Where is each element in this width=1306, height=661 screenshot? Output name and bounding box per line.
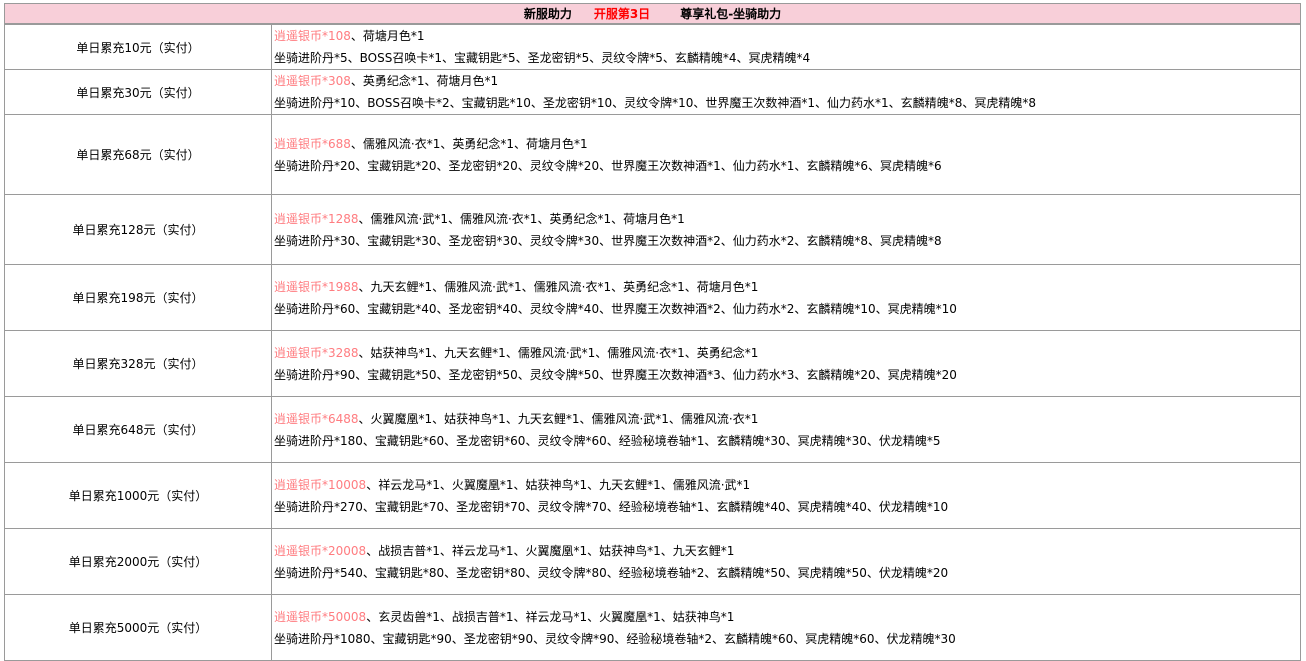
rewards-line-materials: 坐骑进阶丹*30、宝藏钥匙*30、圣龙密钥*30、灵纹令牌*30、世界魔王次数神… (274, 233, 942, 248)
silver-coin-reward: 逍遥银币*108 (274, 29, 351, 43)
table-row: 单日累充328元（实付） 逍遥银币*3288、姑获神鸟*1、九天玄鲤*1、儒雅风流… (4, 330, 1301, 397)
rewards-cell: 逍遥银币*1288、儒雅风流·武*1、儒雅风流·衣*1、英勇纪念*1、荷塘月色*… (271, 194, 1301, 265)
rewards-line-materials: 坐骑进阶丹*20、宝藏钥匙*20、圣龙密钥*20、灵纹令牌*20、世界魔王次数神… (274, 158, 942, 173)
table-row: 单日累充5000元（实付） 逍遥银币*50008、玄灵齿兽*1、战损吉普*1、祥云… (4, 594, 1301, 661)
rewards-line-primary: 逍遥银币*10008、祥云龙马*1、火翼魔凰*1、姑获神鸟*1、九天玄鲤*1、儒… (274, 474, 1300, 496)
silver-coin-reward: 逍遥银币*688 (274, 136, 351, 151)
silver-coin-reward: 逍遥银币*1288 (274, 211, 359, 226)
rewards-line-materials: 坐骑进阶丹*90、宝藏钥匙*50、圣龙密钥*50、灵纹令牌*50、世界魔王次数神… (274, 367, 957, 382)
rewards-cell: 逍遥银币*1988、九天玄鲤*1、儒雅风流·武*1、儒雅风流·衣*1、英勇纪念*… (271, 264, 1301, 331)
rewards-cell: 逍遥银币*50008、玄灵齿兽*1、战损吉普*1、祥云龙马*1、火翼魔凰*1、姑… (271, 594, 1301, 661)
header-title-day: 开服第3日 (593, 7, 651, 21)
tier-label: 单日累充328元（实付） (4, 330, 272, 397)
rewards-line-materials: 坐骑进阶丹*180、宝藏钥匙*60、圣龙密钥*60、灵纹令牌*60、经验秘境卷轴… (274, 433, 941, 448)
tier-label: 单日累充30元（实付） (4, 69, 272, 115)
silver-coin-reward: 逍遥银币*308 (274, 74, 351, 88)
primary-items: 、火翼魔凰*1、姑获神鸟*1、九天玄鲤*1、儒雅风流·武*1、儒雅风流·衣*1 (358, 411, 759, 426)
tier-label: 单日累充68元（实付） (4, 114, 272, 195)
table-row: 单日累充68元（实付） 逍遥银币*688、儒雅风流·衣*1、英勇纪念*1、荷塘月色… (4, 114, 1301, 195)
rewards-line-primary: 逍遥银币*108、荷塘月色*1 (274, 25, 1300, 47)
primary-items: 、战损吉普*1、祥云龙马*1、火翼魔凰*1、姑获神鸟*1、九天玄鲤*1 (366, 543, 735, 558)
tier-label: 单日累充1000元（实付） (4, 462, 272, 529)
rewards-line-primary: 逍遥银币*688、儒雅风流·衣*1、英勇纪念*1、荷塘月色*1 (274, 133, 1300, 155)
primary-items: 、儒雅风流·武*1、儒雅风流·衣*1、英勇纪念*1、荷塘月色*1 (358, 211, 685, 226)
rewards-cell: 逍遥银币*308、英勇纪念*1、荷塘月色*1 坐骑进阶丹*10、BOSS召唤卡*2… (271, 69, 1301, 115)
rewards-line-primary: 逍遥银币*50008、玄灵齿兽*1、战损吉普*1、祥云龙马*1、火翼魔凰*1、姑… (274, 606, 1300, 628)
primary-items: 、荷塘月色*1 (350, 29, 425, 43)
table-row: 单日累充128元（实付） 逍遥银币*1288、儒雅风流·武*1、儒雅风流·衣*1、… (4, 194, 1301, 265)
primary-items: 、玄灵齿兽*1、战损吉普*1、祥云龙马*1、火翼魔凰*1、姑获神鸟*1 (366, 609, 735, 624)
primary-items: 、姑获神鸟*1、九天玄鲤*1、儒雅风流·武*1、儒雅风流·衣*1、英勇纪念*1 (358, 345, 759, 360)
primary-items: 、祥云龙马*1、火翼魔凰*1、姑获神鸟*1、九天玄鲤*1、儒雅风流·武*1 (366, 477, 751, 492)
table-row: 单日累充10元（实付） 逍遥银币*108、荷塘月色*1 坐骑进阶丹*5、BOSS召唤… (4, 24, 1301, 70)
rewards-line-materials: 坐骑进阶丹*60、宝藏钥匙*40、圣龙密钥*40、灵纹令牌*40、世界魔王次数神… (274, 301, 957, 316)
primary-items: 、英勇纪念*1、荷塘月色*1 (350, 74, 499, 88)
rewards-line-primary: 逍遥银币*308、英勇纪念*1、荷塘月色*1 (274, 70, 1300, 92)
tier-label: 单日累充648元（实付） (4, 396, 272, 463)
rewards-line-primary: 逍遥银币*1988、九天玄鲤*1、儒雅风流·武*1、儒雅风流·衣*1、英勇纪念*… (274, 276, 1300, 298)
reward-sheet: 新服助力 开服第3日 尊享礼包-坐骑助力 单日累充10元（实付） 逍遥银币*108… (4, 3, 1301, 661)
primary-items: 、儒雅风流·衣*1、英勇纪念*1、荷塘月色*1 (350, 136, 588, 151)
rewards-cell: 逍遥银币*688、儒雅风流·衣*1、英勇纪念*1、荷塘月色*1 坐骑进阶丹*20、… (271, 114, 1301, 195)
rewards-line-materials: 坐骑进阶丹*1080、宝藏钥匙*90、圣龙密钥*90、灵纹令牌*90、经验秘境卷… (274, 631, 956, 646)
sheet-header: 新服助力 开服第3日 尊享礼包-坐骑助力 (4, 3, 1301, 24)
rewards-line-primary: 逍遥银币*20008、战损吉普*1、祥云龙马*1、火翼魔凰*1、姑获神鸟*1、九… (274, 540, 1300, 562)
header-title-new-server: 新服助力 (523, 7, 572, 21)
primary-items: 、九天玄鲤*1、儒雅风流·武*1、儒雅风流·衣*1、英勇纪念*1、荷塘月色*1 (358, 279, 759, 294)
rewards-cell: 逍遥银币*20008、战损吉普*1、祥云龙马*1、火翼魔凰*1、姑获神鸟*1、九… (271, 528, 1301, 595)
silver-coin-reward: 逍遥银币*1988 (274, 279, 359, 294)
tier-label: 单日累充5000元（实付） (4, 594, 272, 661)
rewards-line-materials: 坐骑进阶丹*270、宝藏钥匙*70、圣龙密钥*70、灵纹令牌*70、经验秘境卷轴… (274, 499, 949, 514)
silver-coin-reward: 逍遥银币*10008 (274, 477, 367, 492)
rewards-line-materials: 坐骑进阶丹*540、宝藏钥匙*80、圣龙密钥*80、灵纹令牌*80、经验秘境卷轴… (274, 565, 949, 580)
header-title-package: 尊享礼包-坐骑助力 (680, 7, 782, 21)
rewards-cell: 逍遥银币*6488、火翼魔凰*1、姑获神鸟*1、九天玄鲤*1、儒雅风流·武*1、… (271, 396, 1301, 463)
silver-coin-reward: 逍遥银币*50008 (274, 609, 367, 624)
silver-coin-reward: 逍遥银币*6488 (274, 411, 359, 426)
table-row: 单日累充198元（实付） 逍遥银币*1988、九天玄鲤*1、儒雅风流·武*1、儒雅… (4, 264, 1301, 331)
rewards-line-primary: 逍遥银币*1288、儒雅风流·武*1、儒雅风流·衣*1、英勇纪念*1、荷塘月色*… (274, 208, 1300, 230)
rewards-line-materials: 坐骑进阶丹*5、BOSS召唤卡*1、宝藏钥匙*5、圣龙密钥*5、灵纹令牌*5、玄… (274, 51, 811, 65)
silver-coin-reward: 逍遥银币*20008 (274, 543, 367, 558)
table-row: 单日累充1000元（实付） 逍遥银币*10008、祥云龙马*1、火翼魔凰*1、姑获… (4, 462, 1301, 529)
silver-coin-reward: 逍遥银币*3288 (274, 345, 359, 360)
tier-label: 单日累充10元（实付） (4, 24, 272, 70)
rewards-line-primary: 逍遥银币*3288、姑获神鸟*1、九天玄鲤*1、儒雅风流·武*1、儒雅风流·衣*… (274, 342, 1300, 364)
table-row: 单日累充648元（实付） 逍遥银币*6488、火翼魔凰*1、姑获神鸟*1、九天玄鲤… (4, 396, 1301, 463)
rewards-line-materials: 坐骑进阶丹*10、BOSS召唤卡*2、宝藏钥匙*10、圣龙密钥*10、灵纹令牌*… (274, 96, 1036, 110)
table-row: 单日累充30元（实付） 逍遥银币*308、英勇纪念*1、荷塘月色*1 坐骑进阶丹*1… (4, 69, 1301, 115)
rewards-cell: 逍遥银币*3288、姑获神鸟*1、九天玄鲤*1、儒雅风流·武*1、儒雅风流·衣*… (271, 330, 1301, 397)
rewards-line-primary: 逍遥银币*6488、火翼魔凰*1、姑获神鸟*1、九天玄鲤*1、儒雅风流·武*1、… (274, 408, 1300, 430)
tier-label: 单日累充128元（实付） (4, 194, 272, 265)
table-row: 单日累充2000元（实付） 逍遥银币*20008、战损吉普*1、祥云龙马*1、火翼… (4, 528, 1301, 595)
tier-label: 单日累充198元（实付） (4, 264, 272, 331)
rewards-cell: 逍遥银币*10008、祥云龙马*1、火翼魔凰*1、姑获神鸟*1、九天玄鲤*1、儒… (271, 462, 1301, 529)
rewards-cell: 逍遥银币*108、荷塘月色*1 坐骑进阶丹*5、BOSS召唤卡*1、宝藏钥匙*5、… (271, 24, 1301, 70)
reward-table: 单日累充10元（实付） 逍遥银币*108、荷塘月色*1 坐骑进阶丹*5、BOSS召唤… (4, 24, 1301, 661)
tier-label: 单日累充2000元（实付） (4, 528, 272, 595)
